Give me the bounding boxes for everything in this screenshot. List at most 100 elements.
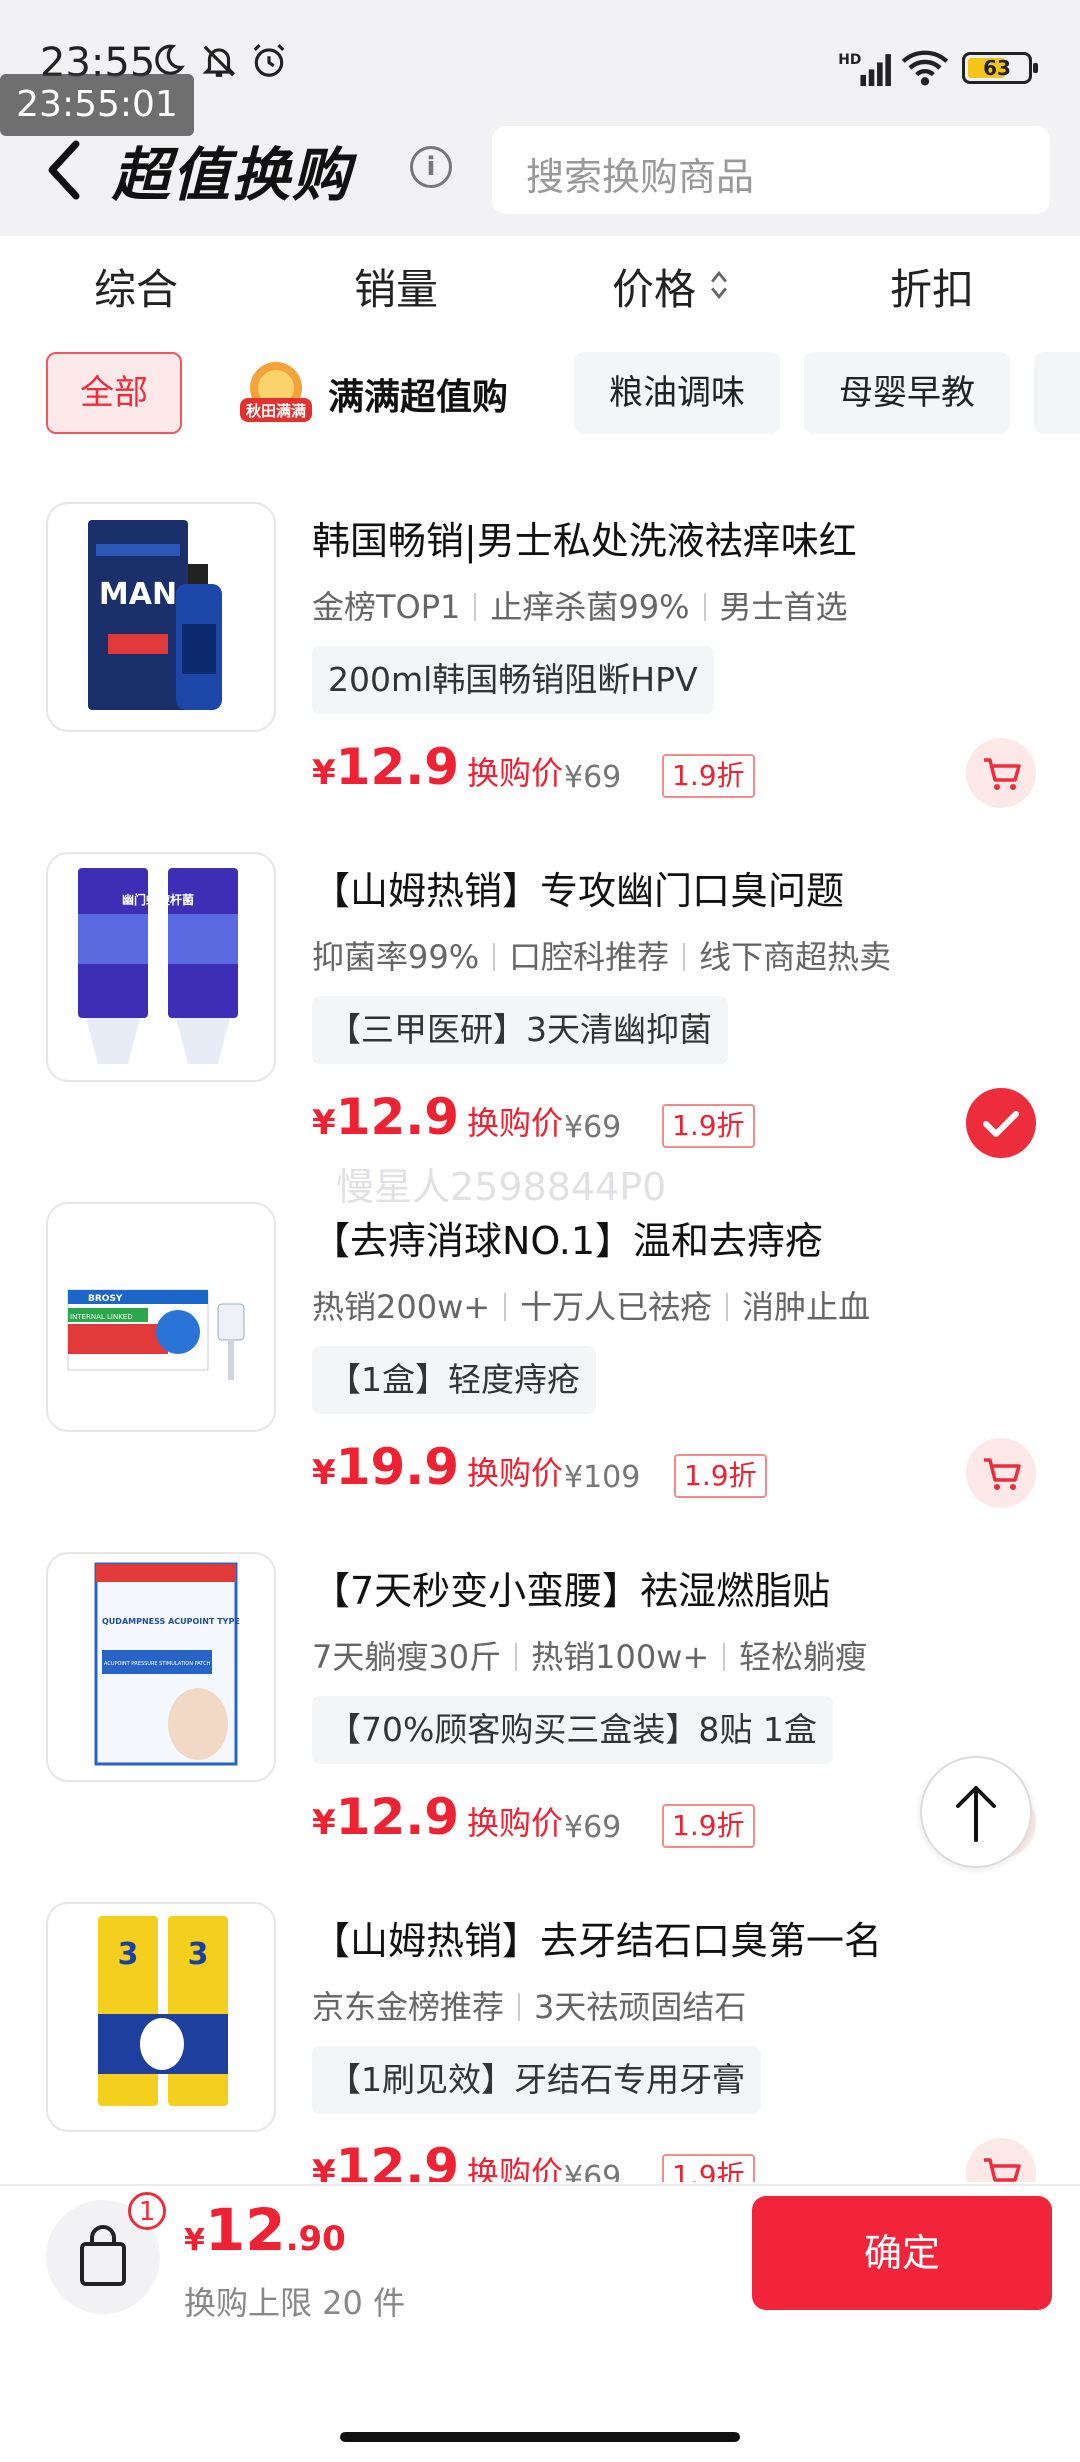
product-title: 【7天秒变小蛮腰】祛湿燃脂贴 — [312, 1569, 831, 1613]
tag-separator — [518, 1993, 521, 2021]
discount-badge: 1.9折 — [662, 1104, 755, 1148]
filter-chip-all[interactable]: 全部 — [46, 352, 182, 434]
confirm-button[interactable]: 确定 — [752, 2196, 1052, 2310]
original-price: ¥69 — [564, 1810, 622, 1845]
filter-chip-mother-baby[interactable]: 母婴早教 — [804, 352, 1010, 434]
tag-separator — [703, 593, 706, 621]
product-title: 【山姆热销】专攻幽门口臭问题 — [312, 869, 845, 913]
product-spec: 【1刷见效】牙结石专用牙膏 — [312, 2046, 761, 2114]
sort-arrows-icon — [711, 270, 727, 300]
price-value: 12.9 — [335, 1788, 460, 1846]
home-indicator[interactable] — [340, 2432, 740, 2442]
original-price: ¥69 — [564, 1110, 622, 1145]
tag-separator — [504, 1293, 507, 1321]
moon-icon — [155, 44, 185, 75]
product-image-title: QUDAMPNESS ACUPOINT TYPE — [102, 1617, 240, 1626]
product-tag: 口腔科推荐 — [509, 938, 670, 976]
product-image-text: MAN — [99, 577, 177, 612]
product-list: MAN 韩国畅销|男士私处洗液祛痒味红 金榜TOP1 止痒杀菌99% 男士首选 20… — [0, 446, 1080, 2182]
original-price: ¥69 — [564, 2160, 622, 2182]
cart-icon — [984, 2158, 1021, 2182]
product-price: ¥12.9 换购价 — [312, 2138, 563, 2182]
total-decimal: .90 — [285, 2219, 346, 2259]
tag-separator — [683, 943, 686, 971]
total-integer: 12 — [204, 2196, 286, 2264]
product-title: 【山姆热销】去牙结石口臭第一名 — [312, 1919, 883, 1963]
price-label: 换购价 — [467, 2154, 564, 2182]
product-image-text: INTERNAL LINKED — [70, 1313, 133, 1321]
battery-tip — [1033, 63, 1038, 73]
product-tag: 金榜TOP1 — [312, 588, 461, 626]
product-tag: 十万人已祛疮 — [520, 1288, 713, 1326]
product-spec: 200ml韩国畅销阻断HPV — [312, 646, 714, 714]
filter-chip-more[interactable] — [1034, 352, 1080, 434]
product-image: MAN — [46, 502, 276, 732]
wifi-icon — [901, 50, 949, 86]
product-tag: 7天躺瘦30斤 — [312, 1638, 502, 1676]
alarm-icon — [253, 44, 285, 77]
price-label: 换购价 — [467, 1104, 564, 1142]
product-tag: 3天祛顽固结石 — [534, 1988, 747, 2026]
total-yen: ¥ — [184, 2223, 205, 2258]
tag-separator — [493, 943, 496, 971]
back-icon[interactable] — [44, 138, 84, 202]
product-price: ¥19.9 换购价 — [312, 1438, 564, 1496]
svg-text:3: 3 — [188, 1937, 209, 1972]
product-spec: 【1盒】轻度痔疮 — [312, 1346, 596, 1414]
product-image-text: ACUPOINT PRESSURE STIMULATION PATCH — [104, 1661, 211, 1667]
product-image: 幽门螺旋杆菌 — [46, 852, 276, 1082]
tag-separator — [723, 1643, 726, 1671]
original-price: ¥69 — [564, 760, 622, 795]
search-input[interactable]: 搜索换购商品 — [492, 126, 1050, 214]
cart-count-badge: 1 — [128, 2192, 166, 2230]
product-image-brand: BROSY — [88, 1294, 123, 1304]
brand-logo: 秋田满满 — [240, 362, 312, 422]
product-price: ¥12.9 换购价 — [312, 1788, 564, 1846]
product-spec: 【三甲医研】3天清幽抑菌 — [312, 996, 728, 1064]
product-tags: 热销200w+ 十万人已祛疮 消肿止血 — [312, 1282, 870, 1328]
product-tags: 抑菌率99% 口腔科推荐 线下商超热卖 — [312, 932, 891, 978]
mute-bell-icon — [202, 45, 236, 77]
product-tag: 线下商超热卖 — [699, 938, 892, 976]
list-item[interactable]: QUDAMPNESS ACUPOINT TYPE ACUPOINT PRESSU… — [0, 1496, 1080, 1858]
page-title: 超值换购 — [112, 141, 353, 209]
product-spec: 【70%顾客购买三盒装】8贴 1盒 — [312, 1696, 833, 1764]
product-image-text: 3 — [118, 1937, 139, 1972]
product-tags: 京东金榜推荐 3天祛顽固结石 — [312, 1982, 746, 2028]
brand-name: 满满超值购 — [328, 377, 509, 418]
discount-badge: 1.9折 — [662, 2154, 755, 2182]
arrow-up-icon — [956, 1786, 996, 1842]
sort-tab-discount[interactable]: 折扣 — [890, 256, 974, 317]
watermark: 慢星人2598844P0 — [336, 1165, 667, 1209]
product-image: BROSY INTERNAL LINKED — [46, 1202, 276, 1432]
list-item[interactable]: 3 3 【山姆热销】去牙结石口臭第一名 京东金榜推荐 3天祛顽固结石 【1刷见效】… — [0, 1846, 1080, 2182]
sort-tab-sales[interactable]: 销量 — [354, 256, 438, 317]
product-tag: 热销200w+ — [312, 1288, 491, 1326]
original-price: ¥109 — [564, 1460, 641, 1495]
signal-icon: HD — [838, 52, 891, 86]
total-price: ¥12.90 — [184, 2196, 346, 2264]
list-item[interactable]: 幽门螺旋杆菌 【山姆热销】专攻幽门口臭问题 抑菌率99% 口腔科推荐 线下商超热卖 … — [0, 796, 1080, 1158]
sort-tab-comprehensive[interactable]: 综合 — [94, 256, 178, 317]
filter-chip-brand[interactable]: 秋田满满 满满超值购 — [236, 360, 576, 430]
price-value: 12.9 — [335, 738, 460, 796]
product-price: ¥12.9 换购价 — [312, 1088, 564, 1146]
sort-tab-price[interactable]: 价格 — [612, 256, 696, 317]
filter-chip-grain-oil[interactable]: 粮油调味 — [574, 352, 780, 434]
product-title: 【去痔消球NO.1】温和去痔疮 — [312, 1219, 824, 1263]
list-item[interactable]: MAN 韩国畅销|男士私处洗液祛痒味红 金榜TOP1 止痒杀菌99% 男士首选 20… — [0, 446, 1080, 808]
product-title: 韩国畅销|男士私处洗液祛痒味红 — [312, 519, 857, 563]
add-to-cart-button[interactable] — [966, 2138, 1036, 2182]
product-tag: 消肿止血 — [742, 1288, 871, 1326]
discount-badge: 1.9折 — [662, 1804, 755, 1848]
product-tag: 抑菌率99% — [312, 938, 480, 976]
tag-separator — [726, 1293, 729, 1321]
purchase-limit: 换购上限 20 件 — [184, 2284, 406, 2322]
price-value: 12.9 — [335, 1088, 460, 1146]
tag-separator — [515, 1643, 518, 1671]
info-icon[interactable]: i — [410, 146, 452, 188]
back-to-top-button[interactable] — [920, 1756, 1032, 1868]
discount-badge: 1.9折 — [662, 754, 755, 798]
brand-logo-text: 秋田满满 — [246, 402, 306, 420]
tag-separator — [474, 593, 477, 621]
